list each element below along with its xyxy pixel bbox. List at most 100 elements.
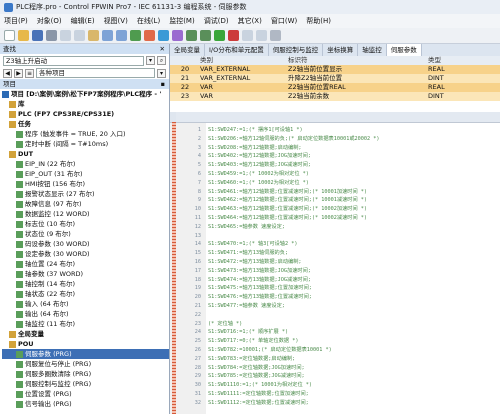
menu-item-8[interactable]: 窗口(W) — [271, 16, 297, 26]
editor-tab[interactable]: 轴监控 — [358, 44, 387, 56]
code-line[interactable]: 2 S1:SWD206:=轴方12轴伺服的负;(* 启动定位数据表10001或20… — [170, 136, 500, 143]
code-line[interactable]: 14 S1:SWD470:=1;(* 轴3[可设轴2 *) — [170, 241, 500, 248]
code-line[interactable]: 28 S1:SWD784:=定位轴数据;JOG加速时间; — [170, 365, 500, 372]
menu-item-9[interactable]: 帮助(H) — [306, 16, 331, 26]
tree-item[interactable]: 轴位置 (24 布尔) — [2, 259, 169, 269]
editor-tab[interactable]: 坐标换算 — [323, 44, 359, 56]
code-line[interactable]: 25 S1:SWD717:=0;(* 单轴定位数据 *) — [170, 338, 500, 345]
tree-item[interactable]: 伺服控制与监控 (PRG) — [2, 379, 169, 389]
redo-icon[interactable] — [116, 30, 127, 41]
online-icon[interactable] — [144, 30, 155, 41]
download-icon[interactable] — [186, 30, 197, 41]
table-row[interactable]: 21 VAR_EXTERNAL 升降Z2轴当前位置 DINT — [170, 74, 500, 83]
code-line[interactable]: 20 S1:SWD476:=轴方13轴数据;位置减速时间; — [170, 294, 500, 301]
table-cell[interactable]: Z2轴当前余数 — [288, 92, 428, 101]
code-line[interactable]: 24 S1:SWD716:=1;(* 顺序扩展 *) — [170, 329, 500, 336]
code-line[interactable]: 13 — [170, 233, 500, 240]
tree-item[interactable]: 轴参数 (37 WORD) — [2, 269, 169, 279]
tree-item[interactable]: 轴控制 (14 布尔) — [2, 279, 169, 289]
code-line[interactable]: 22 — [170, 312, 500, 319]
code-line[interactable]: 21 S1:SWD477:=轴参数 速度设定; — [170, 303, 500, 310]
stop-icon[interactable] — [228, 30, 239, 41]
breakpoint-margin[interactable] — [172, 122, 176, 414]
code-line[interactable]: 11 S1:SWD464:=轴方12轴数据;位置减速时间;(* 10002减速时间… — [170, 215, 500, 222]
close-icon[interactable]: ✕ — [160, 44, 165, 54]
menu-item-0[interactable]: 项目(P) — [4, 16, 28, 26]
code-line[interactable]: 30 S1:SWD1110:=1;(* 10001为相对定位 *) — [170, 382, 500, 389]
menu-item-6[interactable]: 调试(D) — [204, 16, 229, 26]
table-row[interactable]: 20 VAR_EXTERNAL Z2轴当前位置显示 REAL — [170, 65, 500, 74]
tree-item[interactable]: EIP_IN (22 布尔) — [2, 159, 169, 169]
table-cell[interactable]: VAR_EXTERNAL — [200, 74, 288, 83]
menu-item-1[interactable]: 对象(O) — [37, 16, 62, 26]
tree-item[interactable]: 信号输出 (PRG) — [2, 399, 169, 409]
undo-icon[interactable] — [102, 30, 113, 41]
table-editor-separator[interactable] — [176, 112, 500, 122]
code-line[interactable]: 9 S1:SWD462:=轴方12轴数据;位置减速时间;(* 10001减速时间 … — [170, 197, 500, 204]
search-dropdown-button[interactable]: ▾ — [146, 56, 155, 65]
tree-item[interactable]: HMI按钮 (156 布尔) — [2, 179, 169, 189]
category-dropdown-icon[interactable]: ▾ — [157, 68, 166, 78]
tree-item[interactable]: 输出 (64 布尔) — [2, 309, 169, 319]
editor-tab[interactable]: 伺服控制与监控 — [269, 44, 324, 56]
code-line[interactable]: 4 S1:SWD402:=轴方12轴数据;JOG加速时间; — [170, 153, 500, 160]
tree-item[interactable]: 报警状态显示 (27 布尔) — [2, 189, 169, 199]
options-icon[interactable]: ≡ — [25, 68, 34, 78]
code-line[interactable]: 7 S1:SWD460:=1;(* 10002为相对定位 *) — [170, 180, 500, 187]
table-row[interactable]: 23 VAR Z2轴当前余数 DINT — [170, 92, 500, 101]
code-line[interactable]: 19 S1:SWD475:=轴方13轴数据;位置加速时间; — [170, 285, 500, 292]
code-line[interactable]: 29 S1:SWD785:=定位轴数据;JOG减速时间; — [170, 373, 500, 380]
code-line[interactable]: 27 S1:SWD783:=定位轴数据;启动编制; — [170, 356, 500, 363]
compile-icon[interactable] — [130, 30, 141, 41]
tree-item[interactable]: 伺服多圈数清除 (PRG) — [2, 369, 169, 379]
settings-icon[interactable] — [270, 30, 281, 41]
tree-item[interactable]: EIP_OUT (31 布尔) — [2, 169, 169, 179]
tree-item[interactable]: 全局变量 — [2, 329, 169, 339]
tree-item[interactable]: PLC (FP7 CPS3RE/CPS31E) — [2, 109, 169, 119]
pin-icon[interactable]: ▪ — [161, 79, 165, 89]
code-line[interactable]: 26 S1:SWD782:=10001;(* 启动定位数据表10001 *) — [170, 347, 500, 354]
code-line[interactable]: 3 S1:SWD208:=轴方12轴数据;启动编制; — [170, 145, 500, 152]
table-cell[interactable]: REAL — [428, 83, 500, 92]
table-cell[interactable]: 21 — [170, 74, 200, 83]
menu-item-7[interactable]: 其它(X) — [238, 16, 262, 26]
table-cell[interactable]: REAL — [428, 65, 500, 74]
code-line[interactable]: 1 S1:SWD247:=1;(* 摆序1[可设轴1 *) — [170, 127, 500, 134]
table-cell[interactable]: DINT — [428, 74, 500, 83]
run-icon[interactable] — [214, 30, 225, 41]
table-cell[interactable]: 升降Z2轴当前位置 — [288, 74, 428, 83]
editor-tab[interactable]: I/O分布和单元配置 — [205, 44, 269, 56]
editor-tab[interactable]: 全局变量 — [170, 44, 205, 56]
menu-item-4[interactable]: 在线(L) — [137, 16, 160, 26]
paste-icon[interactable] — [88, 30, 99, 41]
tree-item[interactable]: 伺服参数 (PRG) — [2, 349, 169, 359]
table-cell[interactable]: VAR — [200, 83, 288, 92]
code-line[interactable]: 16 S1:SWD472:=轴方13轴数据;启动编制; — [170, 259, 500, 266]
copy-icon[interactable] — [74, 30, 85, 41]
cut-icon[interactable] — [60, 30, 71, 41]
menu-item-5[interactable]: 监控(M) — [169, 16, 195, 26]
tree-item[interactable]: DUT — [2, 149, 169, 159]
search-icon[interactable]: ⌕ — [157, 56, 166, 65]
editor-tab[interactable]: 伺服参数 — [386, 44, 422, 56]
tree-item[interactable]: 项目 [D:\案例\案例\松下FP7案例程序\PLC程序 - ' — [2, 89, 169, 99]
menu-item-2[interactable]: 编辑(E) — [71, 16, 95, 26]
tree-item[interactable]: 故障信息 (97 布尔) — [2, 199, 169, 209]
table-cell[interactable]: Z2轴当前位置显示 — [288, 65, 428, 74]
tree-item[interactable]: 标志位 (10 布尔) — [2, 219, 169, 229]
tree-item[interactable]: 设定参数 (30 WORD) — [2, 249, 169, 259]
zoom-icon[interactable] — [256, 30, 267, 41]
tree-item[interactable]: 输入 (64 布尔) — [2, 299, 169, 309]
forward-icon[interactable]: ▶ — [14, 68, 23, 78]
debug-icon[interactable] — [172, 30, 183, 41]
code-line[interactable]: 10 S1:SWD463:=轴方12轴数据;位置减速时间;(* 10002加速时间… — [170, 206, 500, 213]
monitor-icon[interactable] — [158, 30, 169, 41]
st-code-editor[interactable]: 1 S1:SWD247:=1;(* 摆序1[可设轴1 *) 2 S1:SWD206:=… — [170, 122, 500, 414]
column-header[interactable]: 类型 — [428, 56, 500, 65]
open-icon[interactable] — [18, 30, 29, 41]
tree-item[interactable]: POU — [2, 339, 169, 349]
search-input[interactable]: Z3轴上升启动 — [3, 55, 144, 66]
code-line[interactable]: 32 S1:SWD1112:=定位轴数据;位置减速时间; — [170, 400, 500, 407]
table-cell[interactable]: VAR_EXTERNAL — [200, 65, 288, 74]
tree-item[interactable]: 状态位 (9 布尔) — [2, 229, 169, 239]
